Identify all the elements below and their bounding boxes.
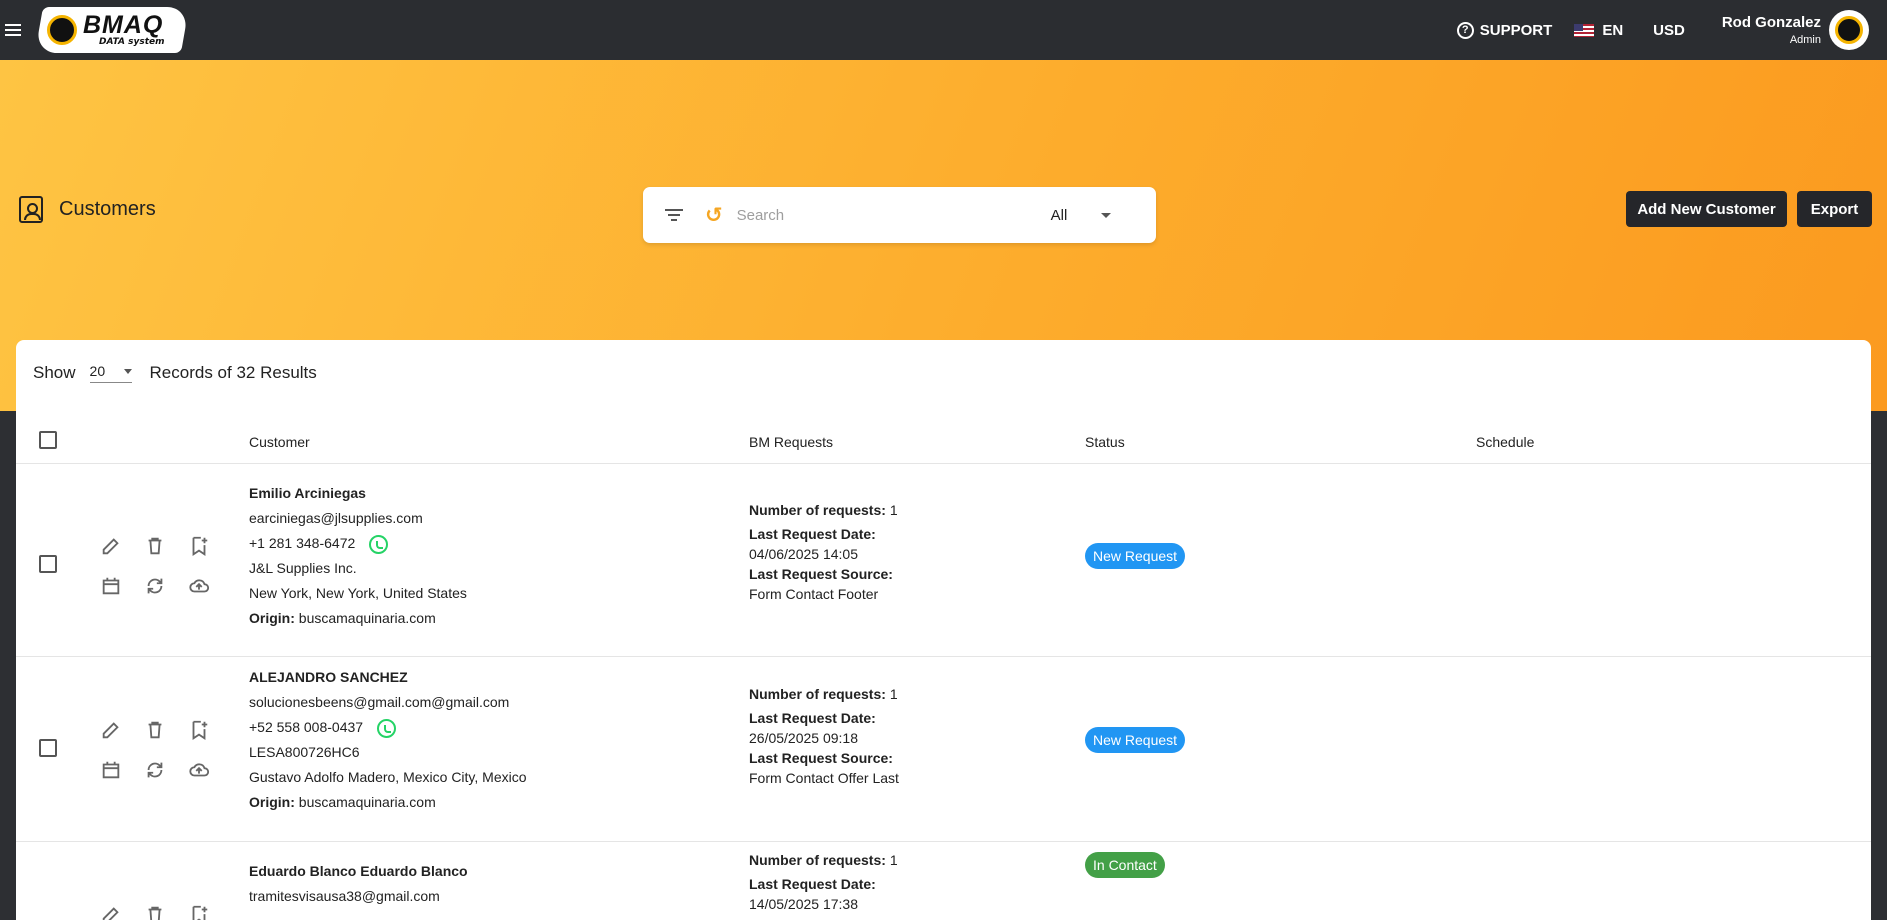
export-button[interactable]: Export [1797,191,1872,227]
table-row: Emilio Arciniegas earciniegas@jlsupplies… [16,473,1871,657]
last-request-source: Form Contact Footer [749,586,879,602]
origin-label: Origin: [249,610,295,626]
customer-company: LESA800726HC6 [249,744,360,760]
us-flag-icon [1574,23,1595,37]
customer-name[interactable]: Emilio Arciniegas [249,481,467,506]
request-count: 1 [889,852,898,868]
sync-icon[interactable] [144,575,166,597]
logo-mark-icon [47,15,77,45]
customer-cell: Eduardo Blanco Eduardo Blanco tramitesvi… [249,859,468,909]
avatar[interactable] [1829,10,1869,50]
customer-phone: +52 558 008-0437 [249,719,364,735]
reset-icon[interactable]: ↺ [705,203,723,227]
support-label: SUPPORT [1479,21,1553,39]
column-header-schedule: Schedule [1476,434,1535,450]
chevron-down-icon[interactable] [1100,212,1111,218]
table-row: Eduardo Blanco Eduardo Blanco tramitesvi… [16,842,1871,920]
request-count: 1 [889,686,898,702]
show-label: Show [33,363,76,382]
customer-origin: buscamaquinaria.com [298,794,436,810]
customer-name[interactable]: ALEJANDRO SANCHEZ [249,665,527,690]
whatsapp-icon[interactable] [377,718,397,738]
request-count: 1 [889,502,898,518]
logo[interactable]: BMAQ DATA system [34,7,190,53]
filter-icon[interactable] [665,209,683,221]
row-checkbox[interactable] [39,555,57,573]
column-header-requests: BM Requests [749,434,834,450]
last-request-date: 14/05/2025 17:38 [749,896,858,912]
customer-email: solucionesbeens@gmail.com@gmail.com [249,694,510,710]
user-role: Admin [1789,33,1821,46]
help-circle-icon: ? [1456,21,1474,39]
cloud-upload-icon[interactable] [188,759,210,781]
customers-table-card: Show 20 Records of 32 Results Customer B… [16,340,1871,920]
add-customer-button[interactable]: Add New Customer [1626,191,1787,227]
customer-name[interactable]: Eduardo Blanco Eduardo Blanco [249,859,468,884]
records-count: Records of 32 Results [149,363,317,382]
row-actions [100,535,232,597]
customer-company: J&L Supplies Inc. [249,560,357,576]
table-header: Customer BM Requests Status Schedule [16,430,1871,464]
page-title-text: Customers [59,198,156,220]
last-request-date: 26/05/2025 09:18 [749,730,858,746]
contact-card-icon [19,196,43,223]
last-request-source: Form Contact Offer Last [749,770,899,786]
search-input[interactable] [736,206,1037,224]
delete-icon[interactable] [144,535,166,557]
whatsapp-icon[interactable] [369,534,389,554]
search-bar: ↺ All [643,187,1156,243]
edit-icon[interactable] [100,904,122,920]
delete-icon[interactable] [144,719,166,741]
page-title: Customers [19,196,156,223]
bookmark-add-icon[interactable] [188,535,210,557]
support-link[interactable]: ? SUPPORT [1456,21,1553,39]
user-info[interactable]: Rod Gonzalez Admin [1722,13,1821,47]
calendar-icon[interactable] [100,759,122,781]
table-row: ALEJANDRO SANCHEZ solucionesbeens@gmail.… [16,657,1871,842]
bookmark-add-icon[interactable] [188,719,210,741]
currency-selector[interactable]: USD [1653,22,1685,39]
customer-cell: ALEJANDRO SANCHEZ solucionesbeens@gmail.… [249,665,527,815]
page-size-select[interactable]: 20 [89,363,132,383]
customer-phone: +1 281 348-6472 [249,535,356,551]
logo-text: BMAQ [83,11,164,39]
top-bar: BMAQ DATA system ? SUPPORT EN USD Rod Go… [0,0,1887,60]
last-request-date: 04/06/2025 14:05 [749,546,858,562]
delete-icon[interactable] [144,904,166,920]
status-badge: New Request [1085,727,1186,753]
user-name: Rod Gonzalez [1721,14,1821,32]
edit-icon[interactable] [100,535,122,557]
sync-icon[interactable] [144,759,166,781]
logo-subtext: DATA system [99,37,165,47]
customer-origin: buscamaquinaria.com [298,610,436,626]
row-actions [100,719,232,781]
edit-icon[interactable] [100,719,122,741]
customer-email: tramitesvisausa38@gmail.com [249,888,440,904]
status-badge: New Request [1085,543,1186,569]
search-filter-select[interactable]: All [1051,207,1091,224]
select-all-checkbox[interactable] [39,431,57,449]
language-selector[interactable]: EN [1574,22,1623,39]
row-checkbox[interactable] [39,739,57,757]
requests-cell: Number of requests: 1 Last Request Date:… [749,502,898,602]
customer-email: earciniegas@jlsupplies.com [249,510,423,526]
customer-location: New York, New York, United States [249,585,467,601]
menu-icon[interactable] [5,24,21,36]
requests-cell: Number of requests: 1 Last Request Date:… [749,852,898,912]
chevron-down-icon [123,368,132,374]
status-badge: In Contact [1085,852,1165,878]
language-label: EN [1602,21,1624,39]
customer-location: Gustavo Adolfo Madero, Mexico City, Mexi… [249,769,527,785]
origin-label: Origin: [249,794,295,810]
requests-cell: Number of requests: 1 Last Request Date:… [749,686,899,786]
calendar-icon[interactable] [100,575,122,597]
column-header-status: Status [1085,434,1125,450]
row-actions [100,904,232,920]
customer-cell: Emilio Arciniegas earciniegas@jlsupplies… [249,481,467,631]
column-header-customer: Customer [249,434,310,450]
bookmark-add-icon[interactable] [188,904,210,920]
cloud-upload-icon[interactable] [188,575,210,597]
page-size-control: Show 20 Records of 32 Results [33,363,317,383]
